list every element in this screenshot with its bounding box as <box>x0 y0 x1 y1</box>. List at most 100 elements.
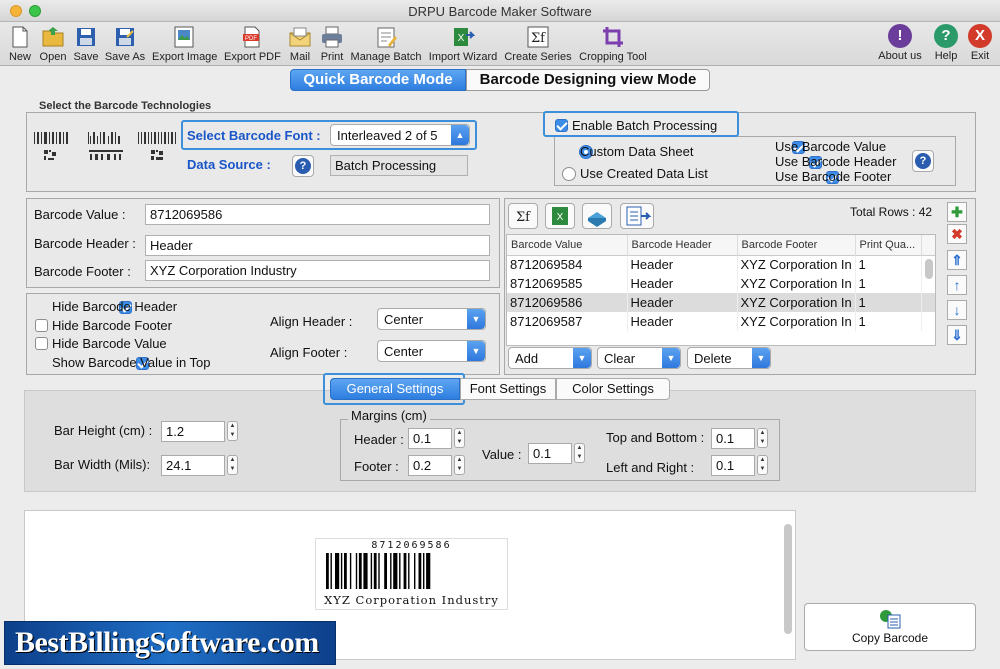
table-cell: 1 <box>855 255 922 274</box>
export-image-button[interactable]: Export Image <box>152 22 218 66</box>
margins-title: Margins (cm) <box>348 408 430 423</box>
margin-header-stepper[interactable]: ▲ ▼ <box>454 428 465 448</box>
open-label: Open <box>39 51 67 63</box>
save-button[interactable]: Save <box>72 22 100 66</box>
preview-scrollbar-thumb[interactable] <box>784 524 792 634</box>
margin-header-input[interactable]: 0.1 <box>408 428 452 449</box>
table-row[interactable]: 8712069587 Header XYZ Corporation In 1 <box>507 312 935 331</box>
top-bottom-stepper[interactable]: ▲ ▼ <box>757 428 768 448</box>
custom-data-sheet-label: Custom Data Sheet <box>580 144 694 159</box>
print-label: Print <box>320 51 344 63</box>
excel-import-button[interactable]: X <box>545 203 575 229</box>
watermark-text: BestBillingSoftware.com <box>15 626 319 659</box>
clear-label: Clear <box>604 351 636 366</box>
manage-batch-icon <box>377 27 397 48</box>
left-right-stepper[interactable]: ▲ ▼ <box>757 455 768 475</box>
import-wizard-label: Import Wizard <box>428 51 498 63</box>
help-button[interactable]: ? Help <box>932 22 960 66</box>
about-us-button[interactable]: ! About us <box>876 22 924 66</box>
barcode-footer-input[interactable]: XYZ Corporation Industry <box>145 260 490 281</box>
column-header-header[interactable]: Barcode Header <box>627 235 738 255</box>
hide-value-checkbox[interactable] <box>35 337 48 350</box>
margin-footer-stepper[interactable]: ▲ ▼ <box>454 455 465 475</box>
table-cell <box>921 312 935 331</box>
align-footer-select[interactable]: Center ▼ <box>377 340 486 362</box>
clear-dropdown[interactable]: Clear ▼ <box>597 347 681 369</box>
table-row[interactable]: 8712069585 Header XYZ Corporation In 1 <box>507 274 935 293</box>
add-row-button[interactable]: ✚ <box>947 202 967 222</box>
arrow-bottom-icon: ⇓ <box>951 327 963 343</box>
move-up-button[interactable]: ↑ <box>947 275 967 295</box>
import-wizard-icon: X <box>454 28 475 46</box>
svg-text:Σf: Σf <box>516 210 531 225</box>
tab-barcode-designing-mode[interactable]: Barcode Designing view Mode <box>466 69 710 91</box>
margin-footer-input[interactable]: 0.2 <box>408 455 452 476</box>
barcode-value-input[interactable]: 8712069586 <box>145 204 490 225</box>
close-icon: ✖ <box>951 226 963 242</box>
mail-button[interactable]: Mail <box>286 22 314 66</box>
bar-width-stepper[interactable]: ▲ ▼ <box>227 455 238 475</box>
barcode-font-value: Interleaved 2 of 5 <box>337 128 438 143</box>
align-header-select[interactable]: Center ▼ <box>377 308 486 330</box>
top-bottom-input[interactable]: 0.1 <box>711 428 755 449</box>
column-header-value[interactable]: Barcode Value <box>507 235 628 255</box>
margin-value-stepper[interactable]: ▲ ▼ <box>574 443 585 463</box>
export-pdf-button[interactable]: PDF Export PDF <box>224 22 281 66</box>
manage-batch-button[interactable]: Manage Batch <box>350 22 422 66</box>
arrow-up-icon: ↑ <box>953 277 961 293</box>
import-wizard-button[interactable]: X Import Wizard <box>428 22 498 66</box>
open-button[interactable]: Open <box>38 22 68 66</box>
export-image-label: Export Image <box>152 51 218 63</box>
data-source-help-button[interactable]: ? <box>292 155 314 177</box>
add-dropdown[interactable]: Add ▼ <box>508 347 592 369</box>
tab-font-settings[interactable]: Font Settings <box>460 378 556 400</box>
created-data-list-radio[interactable] <box>562 167 576 181</box>
series-button[interactable]: Σf <box>508 203 538 229</box>
print-button[interactable]: Print <box>318 22 346 66</box>
remove-row-button[interactable]: ✖ <box>947 224 967 244</box>
hide-footer-checkbox[interactable] <box>35 319 48 332</box>
batch-help-button[interactable]: ? <box>912 150 934 172</box>
save-label: Save <box>73 51 99 63</box>
move-top-button[interactable]: ⇑ <box>947 250 967 270</box>
bar-width-label: Bar Width (Mils): <box>54 457 151 472</box>
table-scrollbar-thumb[interactable] <box>925 259 933 279</box>
save-as-button[interactable]: Save As <box>104 22 146 66</box>
plus-icon: ✚ <box>951 204 963 220</box>
table-cell: XYZ Corporation In <box>737 274 856 293</box>
exit-button[interactable]: X Exit <box>966 22 994 66</box>
import-data-button[interactable] <box>582 203 612 229</box>
table-cell: 1 <box>855 293 922 312</box>
margin-value-input[interactable]: 0.1 <box>528 443 572 464</box>
table-row-selected[interactable]: 8712069586 Header XYZ Corporation In 1 <box>507 293 935 312</box>
create-series-button[interactable]: Σf Create Series <box>504 22 572 66</box>
exit-label: Exit <box>970 50 990 62</box>
mail-icon <box>289 27 311 47</box>
delete-dropdown[interactable]: Delete ▼ <box>687 347 771 369</box>
bar-height-input[interactable]: 1.2 <box>161 421 225 442</box>
export-list-button[interactable] <box>620 203 654 229</box>
margin-footer-label: Footer : <box>354 459 399 474</box>
move-down-button[interactable]: ↓ <box>947 300 967 320</box>
tab-general-settings[interactable]: General Settings <box>330 378 460 400</box>
left-right-input[interactable]: 0.1 <box>711 455 755 476</box>
barcode-header-input[interactable]: Header <box>145 235 490 256</box>
enable-batch-checkbox[interactable] <box>555 119 568 132</box>
table-row[interactable]: 8712069584 Header XYZ Corporation In 1 <box>507 255 935 274</box>
column-header-qty[interactable]: Print Qua... <box>855 235 922 255</box>
barcode-font-select[interactable]: Interleaved 2 of 5 ▲ <box>330 124 470 146</box>
linear-barcode-icon <box>34 132 68 160</box>
export-image-icon <box>174 26 194 48</box>
margin-value-label: Value : <box>482 447 522 462</box>
column-header-footer[interactable]: Barcode Footer <box>737 235 856 255</box>
copy-barcode-button[interactable]: Copy Barcode <box>804 603 976 651</box>
tab-color-settings[interactable]: Color Settings <box>556 378 670 400</box>
add-label: Add <box>515 351 539 366</box>
table-cell: XYZ Corporation In <box>737 312 856 331</box>
bar-width-input[interactable]: 24.1 <box>161 455 225 476</box>
new-button[interactable]: New <box>6 22 34 66</box>
bar-height-stepper[interactable]: ▲ ▼ <box>227 421 238 441</box>
move-bottom-button[interactable]: ⇓ <box>947 325 967 345</box>
tab-quick-barcode-mode[interactable]: Quick Barcode Mode <box>290 69 466 91</box>
cropping-tool-button[interactable]: Cropping Tool <box>578 22 648 66</box>
